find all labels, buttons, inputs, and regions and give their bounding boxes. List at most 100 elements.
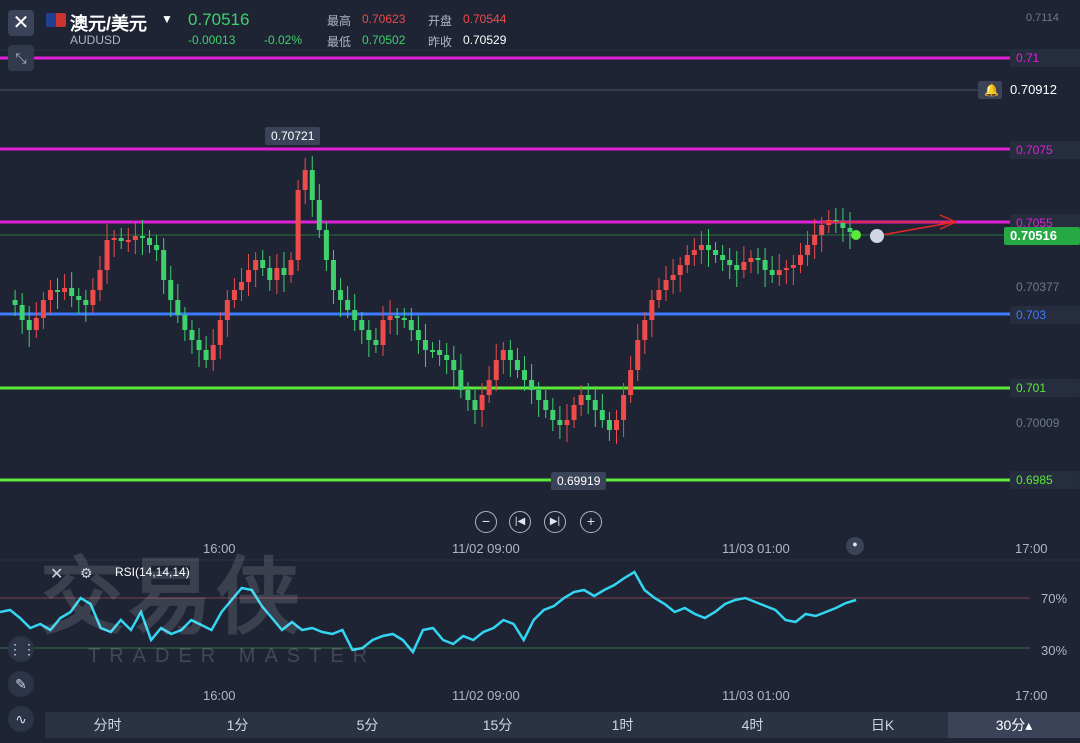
- tab-5min[interactable]: 5分: [325, 712, 410, 738]
- candle-body: [500, 350, 506, 360]
- candle-body: [621, 395, 627, 420]
- candle-body: [161, 250, 167, 280]
- candle-body: [465, 390, 471, 400]
- quote-header: ✕ 澳元/美元 ▼ AUDUSD 0.70516 -0.00013 -0.02%…: [0, 0, 1080, 50]
- candle-body: [62, 288, 68, 292]
- level-tag-2: 0.7075: [1010, 141, 1080, 159]
- close-rsi-icon[interactable]: ✕: [50, 564, 63, 584]
- settings-dot-icon[interactable]: ●: [846, 537, 864, 555]
- last-price: 0.70516: [188, 10, 250, 29]
- candle-body: [288, 260, 294, 275]
- zoom-out-icon[interactable]: −: [475, 511, 497, 533]
- jump-end-icon[interactable]: ▶|: [544, 511, 566, 533]
- candle-body: [713, 250, 719, 255]
- candles-icon[interactable]: ⋮⋮: [8, 636, 36, 662]
- candle-body: [175, 300, 181, 315]
- candle-body: [684, 255, 690, 265]
- time-label: 17:00: [1015, 541, 1048, 556]
- low-value: 0.70502: [362, 33, 406, 47]
- candle-body: [642, 320, 648, 340]
- indicator-icon[interactable]: ∿: [8, 706, 34, 732]
- candle-body: [748, 258, 754, 262]
- candle-body: [338, 290, 344, 300]
- prevclose-label: 昨收: [428, 35, 453, 49]
- candle-body: [196, 340, 202, 350]
- au-flag-icon: [46, 13, 66, 27]
- candle-body: [147, 238, 153, 245]
- gear-icon[interactable]: ⚙: [80, 565, 93, 582]
- candle-body: [805, 245, 811, 255]
- current-price-dot: [851, 230, 861, 240]
- candle-body: [267, 268, 273, 280]
- candle-body: [734, 265, 740, 270]
- candle-body: [90, 290, 96, 305]
- low-label: 最低: [327, 35, 352, 49]
- high-marker: 0.70721: [265, 127, 321, 145]
- candle-body: [118, 238, 124, 241]
- tab-15min[interactable]: 15分: [455, 712, 540, 738]
- close-icon[interactable]: ✕: [8, 10, 34, 36]
- candle-body: [246, 270, 252, 282]
- open-label: 开盘: [428, 14, 453, 28]
- candle-body: [698, 245, 704, 250]
- prevclose-value: 0.70529: [463, 33, 507, 47]
- candle-body: [26, 320, 32, 330]
- candle-body: [76, 296, 82, 300]
- candle-body: [33, 318, 39, 330]
- candle-body: [345, 300, 351, 310]
- collapse-icon[interactable]: ⤡: [8, 45, 34, 71]
- candle-body: [514, 360, 520, 370]
- candle-body: [253, 260, 259, 270]
- tab-1min[interactable]: 1分: [195, 712, 280, 738]
- candle-body: [727, 260, 733, 265]
- tab-daily[interactable]: 日K: [840, 712, 925, 738]
- tab-4h[interactable]: 4时: [710, 712, 795, 738]
- candle-body: [330, 260, 336, 290]
- zoom-in-icon[interactable]: +: [580, 511, 602, 533]
- candle-body: [656, 290, 662, 300]
- jump-start-icon[interactable]: |◀: [509, 511, 531, 533]
- candle-body: [493, 360, 499, 380]
- candle-body: [422, 340, 428, 350]
- time-label: 11/02 09:00: [452, 541, 520, 556]
- candle-body: [323, 230, 329, 260]
- candle-body: [670, 275, 676, 280]
- projection-arrow: [875, 221, 956, 237]
- candle-body: [316, 200, 322, 230]
- high-label: 最高: [327, 14, 352, 28]
- tab-fenshi[interactable]: 分时: [65, 712, 150, 738]
- candle-body: [720, 255, 726, 260]
- candle-body: [578, 395, 584, 405]
- candle-body: [472, 400, 478, 410]
- candle-body: [97, 270, 103, 290]
- candle-body: [691, 250, 697, 255]
- bell-icon[interactable]: 🔔: [978, 81, 1002, 99]
- candle-body: [571, 405, 577, 420]
- change-pct: -0.02%: [264, 33, 303, 47]
- candle-body: [111, 238, 117, 240]
- tab-1h[interactable]: 1时: [580, 712, 665, 738]
- open-value: 0.70544: [463, 12, 507, 26]
- candle-body: [677, 265, 683, 275]
- candle-body: [366, 330, 372, 340]
- candle-body: [762, 260, 768, 270]
- candle-body: [437, 350, 443, 355]
- rsi-upper-label: 70%: [1041, 591, 1068, 606]
- candle-body: [458, 370, 464, 390]
- candle-body: [847, 228, 853, 232]
- candle-body: [614, 420, 620, 430]
- level-tag-4: 0.703: [1010, 306, 1080, 324]
- pen-icon[interactable]: ✎: [8, 671, 34, 697]
- period-tabs: 分时 1分 5分 15分 1时 4时 日K 30分▴: [45, 712, 1080, 738]
- candle-body: [380, 320, 386, 345]
- chevron-down-icon[interactable]: ▼: [161, 12, 173, 26]
- candle-body: [55, 290, 61, 292]
- candle-body: [302, 170, 308, 190]
- candle-body: [352, 310, 358, 320]
- candle-body: [585, 395, 591, 400]
- candle-body: [47, 290, 53, 300]
- tab-30min[interactable]: 30分▴: [948, 712, 1080, 738]
- candle-body: [783, 268, 789, 270]
- candle-body: [755, 258, 761, 260]
- candle-body: [139, 236, 145, 238]
